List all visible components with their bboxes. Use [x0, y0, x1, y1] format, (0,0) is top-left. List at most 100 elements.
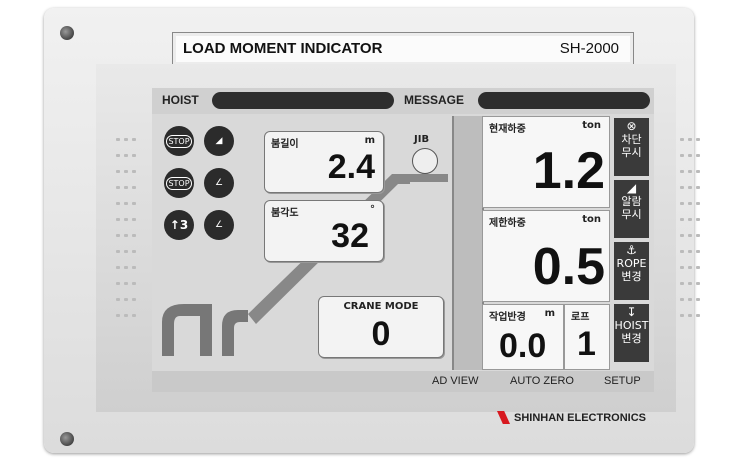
message-label: MESSAGE — [404, 93, 465, 107]
rated-load-unit: ton — [582, 214, 601, 225]
vent-hole — [132, 218, 136, 221]
vent-hole — [696, 282, 700, 285]
vent-hole — [124, 298, 128, 301]
vent-hole — [132, 154, 136, 157]
boom-angle-label: 붐각도 — [271, 208, 299, 219]
rope-panel: 로프 1 — [564, 304, 610, 370]
rated-load-value: 0.5 — [532, 238, 605, 296]
screw-top-left — [60, 26, 74, 40]
bypass-button[interactable]: ⊗ 차단 무시 — [614, 118, 649, 176]
vent-hole — [696, 314, 700, 317]
rated-load-panel: 제한하중 ton 0.5 — [482, 210, 610, 302]
vent-hole — [696, 218, 700, 221]
vent-hole — [696, 154, 700, 157]
message-bar — [478, 92, 650, 109]
vent-hole — [680, 186, 684, 189]
hoist-change-label: HOIST 변경 — [614, 319, 649, 345]
vent-hole — [116, 298, 120, 301]
vent-hole — [696, 266, 700, 269]
vent-hole — [680, 138, 684, 141]
vent-hole — [696, 202, 700, 205]
working-radius-panel: 작업반경 m 0.0 — [482, 304, 564, 370]
jib-indicator[interactable] — [412, 148, 438, 174]
brand-name: SHINHAN ELECTRONICS — [514, 412, 647, 424]
current-load-panel: 현재하중 ton 1.2 — [482, 116, 610, 208]
working-radius-label: 작업반경 — [489, 312, 526, 323]
setup-button[interactable]: SETUP — [604, 375, 641, 387]
vent-hole — [132, 138, 136, 141]
vent-hole — [688, 154, 692, 157]
auto-zero-button[interactable]: AUTO ZERO — [510, 375, 574, 387]
vent-hole — [696, 298, 700, 301]
jib-label: JIB — [414, 134, 430, 145]
vent-hole — [680, 218, 684, 221]
vent-hole — [696, 138, 700, 141]
vent-hole — [688, 234, 692, 237]
vent-hole — [696, 234, 700, 237]
vent-hole — [124, 170, 128, 173]
bypass-label: 차단 무시 — [621, 133, 642, 159]
crane-mode-box: CRANE MODE 0 — [318, 296, 444, 358]
vent-hole — [688, 314, 692, 317]
alarm-icon: ◢ — [626, 181, 637, 195]
vent-hole — [680, 298, 684, 301]
current-load-unit: ton — [582, 120, 601, 131]
rope-icon: ⚓ — [626, 243, 637, 257]
bottom-menu: AD VIEW AUTO ZERO SETUP — [152, 371, 654, 392]
cut-off-icon: ⊗ — [626, 119, 637, 133]
rated-load-label: 제한하중 — [489, 218, 526, 229]
vent-hole — [132, 170, 136, 173]
vent-hole — [132, 234, 136, 237]
boom-length-value: 2.4 — [327, 148, 375, 186]
vent-hole — [696, 186, 700, 189]
rope-change-button[interactable]: ⚓ ROPE 변경 — [614, 242, 649, 300]
boom-angle-box: 붐각도 ° 32 — [264, 200, 384, 262]
vent-hole — [680, 234, 684, 237]
vent-hole — [116, 266, 120, 269]
vent-hole — [688, 282, 692, 285]
crane-mode-label: CRANE MODE — [343, 301, 419, 312]
boom-length-unit: m — [364, 135, 375, 146]
vent-hole — [688, 298, 692, 301]
lcd-screen: HOIST MESSAGE STOP ◢ STOP ∠ ↑3 ∠ 붐길이 m 2… — [152, 88, 654, 392]
vent-hole — [116, 218, 120, 221]
hoist-icon: ↧ — [626, 305, 637, 319]
vent-hole — [116, 250, 120, 253]
vent-hole — [124, 266, 128, 269]
working-radius-unit: m — [544, 308, 555, 319]
vent-hole — [132, 298, 136, 301]
device-title: LOAD MOMENT INDICATOR — [183, 40, 383, 57]
label-plate: LOAD MOMENT INDICATOR SH-2000 — [172, 32, 634, 66]
vent-hole — [688, 250, 692, 253]
vent-hole — [132, 282, 136, 285]
vent-hole — [680, 314, 684, 317]
vent-hole — [696, 170, 700, 173]
vent-hole — [124, 282, 128, 285]
center-rail — [452, 116, 484, 370]
vent-hole — [688, 266, 692, 269]
rope-label: 로프 — [571, 312, 590, 323]
vent-hole — [132, 250, 136, 253]
vent-hole — [688, 138, 692, 141]
rope-value: 1 — [577, 325, 596, 363]
vent-hole — [116, 138, 120, 141]
alarm-ignore-button[interactable]: ◢ 알람 무시 — [614, 180, 649, 238]
vent-hole — [116, 186, 120, 189]
vent-hole — [680, 170, 684, 173]
vent-hole — [696, 250, 700, 253]
vent-hole — [116, 282, 120, 285]
vent-hole — [680, 154, 684, 157]
vent-hole — [132, 314, 136, 317]
hoist-change-button[interactable]: ↧ HOIST 변경 — [614, 304, 649, 362]
vent-hole — [688, 202, 692, 205]
boom-length-box: 붐길이 m 2.4 — [264, 131, 384, 193]
screw-bottom-left — [60, 432, 74, 446]
vent-hole — [116, 314, 120, 317]
vent-hole — [116, 234, 120, 237]
rope-change-label: ROPE 변경 — [616, 257, 647, 283]
crane-mode-value: 0 — [371, 315, 391, 353]
vent-hole — [116, 170, 120, 173]
vent-hole — [680, 266, 684, 269]
ad-view-button[interactable]: AD VIEW — [432, 375, 478, 387]
vent-hole — [680, 202, 684, 205]
